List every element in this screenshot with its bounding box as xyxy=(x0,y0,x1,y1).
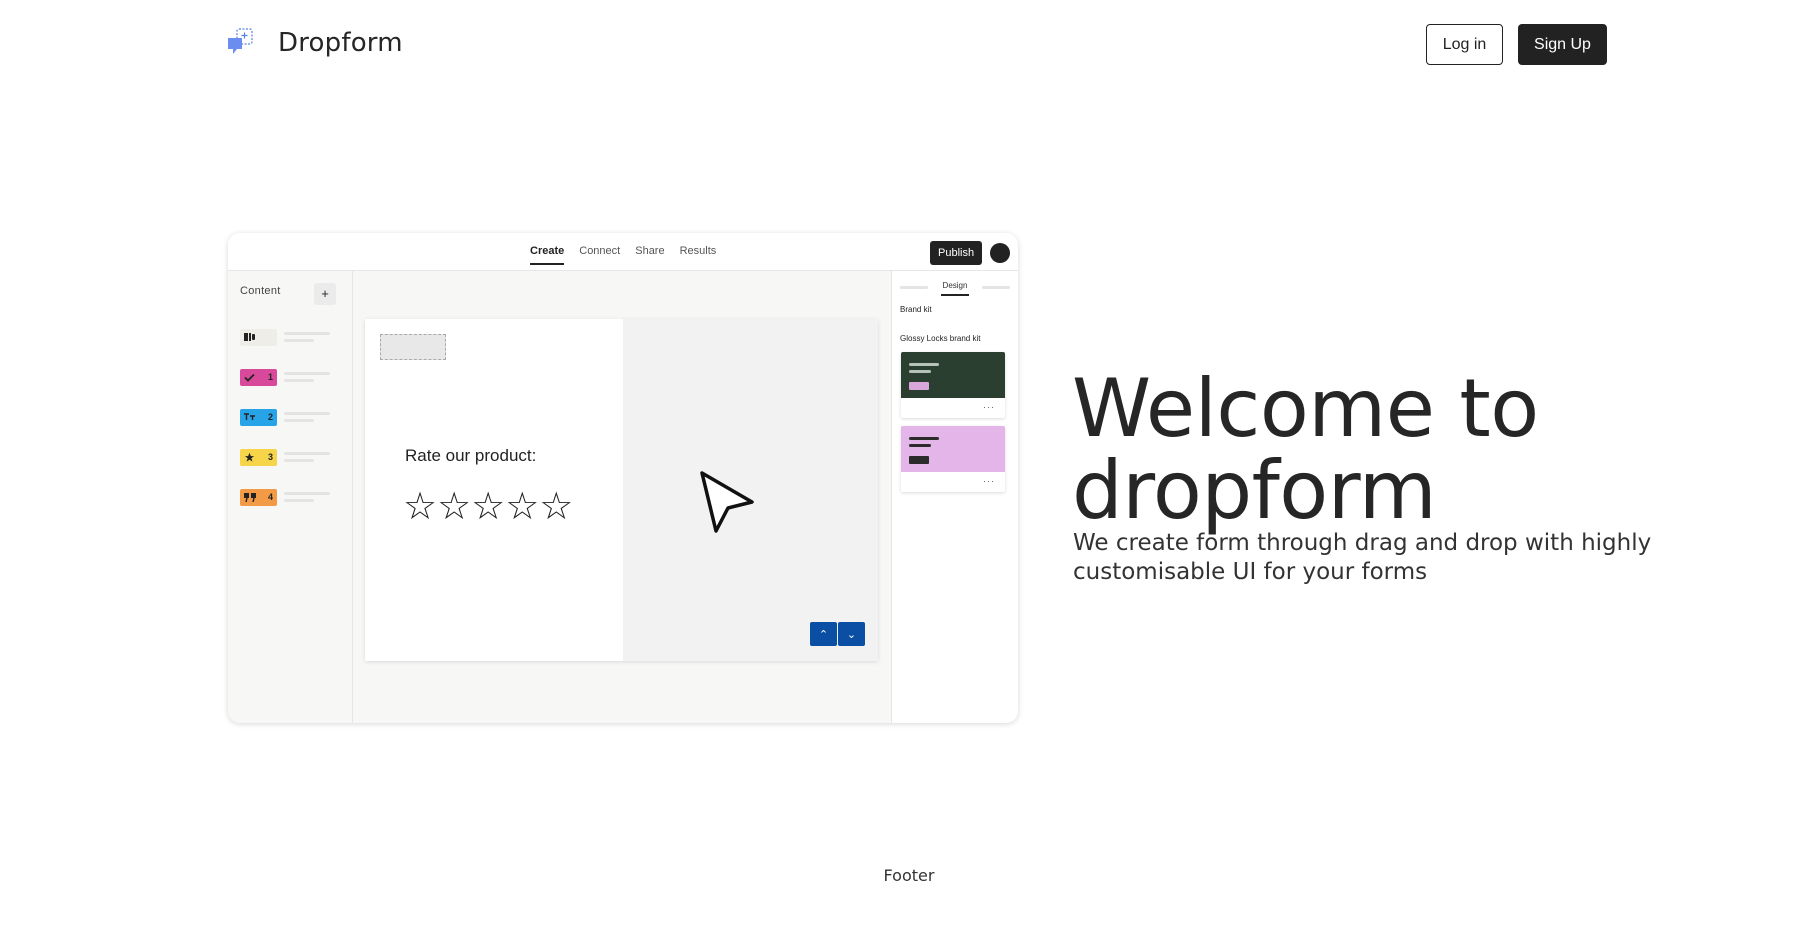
preview-content-item: 3 xyxy=(240,447,336,467)
preview-content-item: 1 xyxy=(240,367,336,387)
preview-item-number: 1 xyxy=(267,372,273,382)
preview-nav-buttons: ⌃ ⌄ xyxy=(810,622,865,646)
preview-content-label: Content xyxy=(240,285,281,297)
chevron-up-icon: ⌃ xyxy=(810,622,837,646)
hero-title: Welcome to dropform xyxy=(1072,362,1539,537)
hero-subtitle: We create form through drag and drop wit… xyxy=(1073,530,1652,585)
preview-logo-placeholder xyxy=(380,334,446,360)
preview-tab-share: Share xyxy=(635,245,665,257)
cursor-arrow-icon xyxy=(697,470,757,541)
login-button[interactable]: Log in xyxy=(1426,24,1503,65)
text-chip-icon: 2 xyxy=(240,408,277,426)
preview-item-number: 3 xyxy=(267,452,273,462)
preview-content-item: 4 xyxy=(240,487,336,507)
statement-chip-icon xyxy=(240,328,277,346)
dropform-logo-icon xyxy=(226,27,258,59)
preview-add-button: + xyxy=(314,283,336,305)
preview-glossy-label: Glossy Locks brand kit xyxy=(900,334,981,343)
preview-tab-create: Create xyxy=(530,245,565,265)
preview-tab-results: Results xyxy=(679,245,717,257)
chevron-down-icon: ⌄ xyxy=(838,622,865,646)
more-dots-icon: ··· xyxy=(983,402,995,412)
signup-button[interactable]: Sign Up xyxy=(1518,24,1607,65)
checkmark-chip-icon: 1 xyxy=(240,368,277,386)
preview-brand-kit-card: ··· xyxy=(901,352,1005,418)
preview-form-question: Rate our product: ☆☆☆☆☆ xyxy=(365,319,623,661)
site-header: Dropform Log in Sign Up xyxy=(0,0,1818,92)
star-chip-icon: 3 xyxy=(240,448,277,466)
brand[interactable]: Dropform xyxy=(226,27,403,59)
preview-item-number: 4 xyxy=(267,492,273,502)
preview-brand-kit-label: Brand kit xyxy=(900,305,932,314)
preview-side-tabs: Design xyxy=(900,279,1010,296)
preview-design-panel: Design Brand kit Glossy Locks brand kit … xyxy=(891,271,1018,723)
preview-brand-kit-card: ··· xyxy=(901,426,1005,492)
preview-tab-connect: Connect xyxy=(579,245,621,257)
more-dots-icon: ··· xyxy=(983,476,995,486)
preview-form-canvas: Rate our product: ☆☆☆☆☆ ⌃ ⌄ xyxy=(365,319,878,661)
app-preview: Create Connect Share Results Publish Con… xyxy=(228,233,1018,723)
preview-content-item xyxy=(240,327,336,347)
preview-tab-design: Design xyxy=(940,281,970,296)
preview-avatar xyxy=(990,243,1010,263)
brand-name: Dropform xyxy=(278,28,403,58)
star-rating-icon: ☆☆☆☆☆ xyxy=(403,484,574,528)
quote-chip-icon: 4 xyxy=(240,488,277,506)
preview-publish-button: Publish xyxy=(930,241,983,265)
footer: Footer xyxy=(883,866,935,885)
preview-tabs: Create Connect Share Results xyxy=(530,245,716,265)
preview-item-number: 2 xyxy=(267,412,273,422)
preview-content-panel: Content + 1 2 3 4 xyxy=(228,271,353,723)
preview-question-text: Rate our product: xyxy=(405,446,537,465)
preview-content-item: 2 xyxy=(240,407,336,427)
preview-topbar: Create Connect Share Results Publish xyxy=(228,233,1018,271)
